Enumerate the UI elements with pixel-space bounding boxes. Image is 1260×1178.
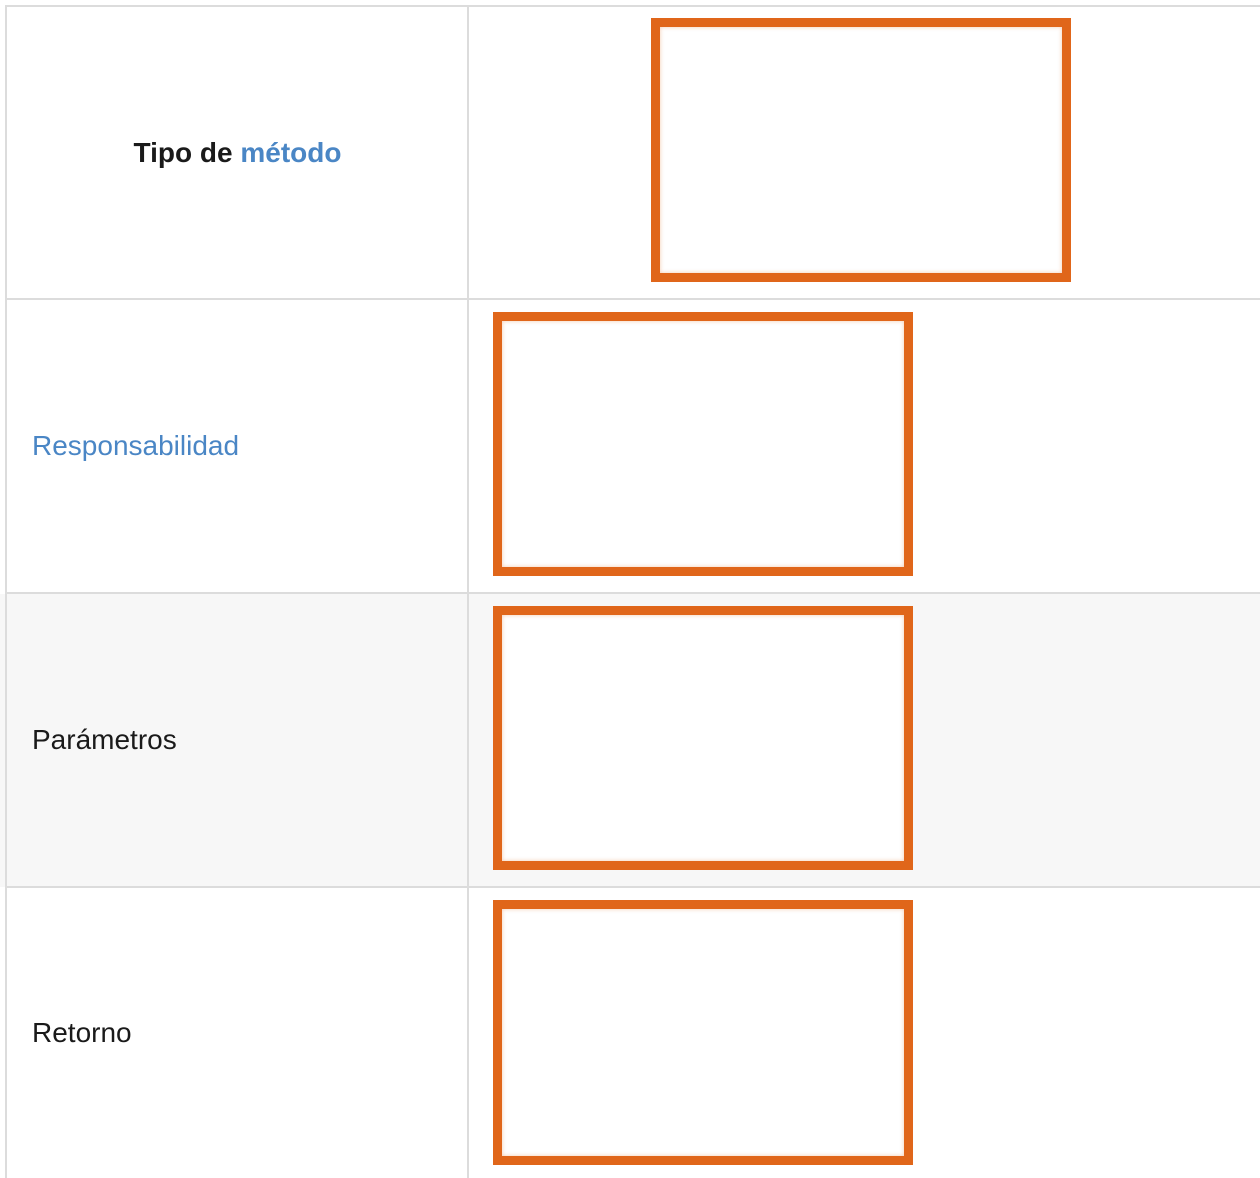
label-parametros: Parámetros xyxy=(8,594,467,886)
orange-rectangle-image xyxy=(493,900,913,1165)
retorno-text: Retorno xyxy=(32,1017,132,1048)
orange-rectangle-image xyxy=(651,18,1071,282)
table-left-border xyxy=(5,5,7,1178)
column-divider xyxy=(467,5,469,1178)
label-prefix: Tipo de xyxy=(133,136,233,168)
label-tipo-de-metodo: Tipo de método xyxy=(8,7,467,298)
parametros-text: Parámetros xyxy=(32,724,177,755)
metodo-link[interactable]: método xyxy=(240,137,341,169)
orange-rectangle-image xyxy=(493,312,913,576)
responsabilidad-link[interactable]: Responsabilidad xyxy=(32,430,239,462)
label-retorno: Retorno xyxy=(8,888,467,1178)
orange-rectangle-image xyxy=(493,606,913,870)
label-responsabilidad: Responsabilidad xyxy=(8,300,467,592)
method-description-table: Tipo de método Responsabilidad Parámetro… xyxy=(0,0,1260,1178)
